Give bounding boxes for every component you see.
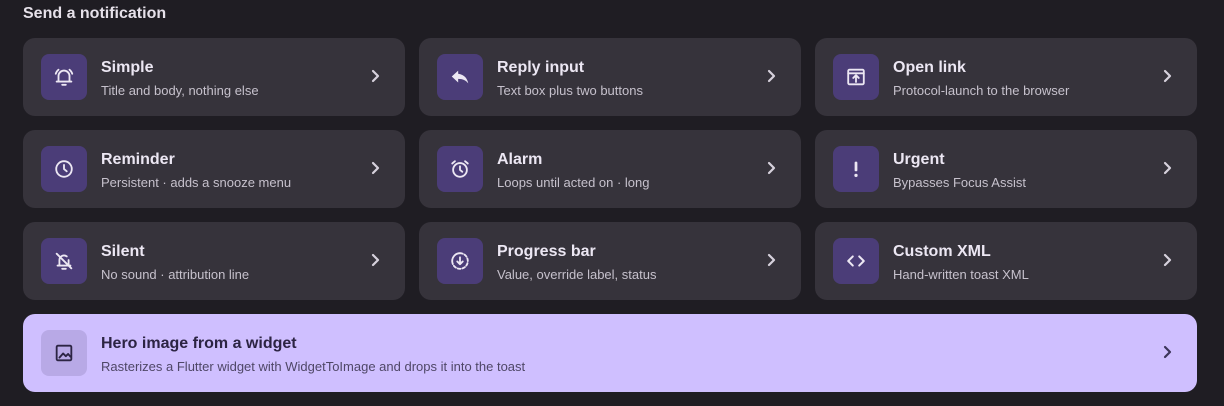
card-icon-tile: [437, 146, 483, 192]
chevron-right-icon: [767, 69, 776, 83]
card-title: Progress bar: [497, 243, 596, 260]
bell-off-icon: [55, 252, 73, 270]
chevron-right-icon: [1163, 161, 1172, 175]
alarm-clock-icon: [451, 160, 469, 178]
exclamation-icon: [854, 161, 858, 178]
open-in-browser-icon: [847, 68, 865, 86]
card-hero-image[interactable]: Hero image from a widget Rasterizes a Fl…: [23, 314, 1197, 392]
code-icon: [847, 255, 865, 267]
notification-grid: Simple Title and body, nothing else Repl…: [23, 38, 1197, 300]
card-title: Simple: [101, 59, 154, 76]
image-icon: [55, 344, 73, 362]
card-title: Reminder: [101, 151, 175, 168]
chevron-right-icon: [1163, 69, 1172, 83]
card-icon-tile: [41, 330, 87, 376]
card-custom-xml[interactable]: Custom XML Hand-written toast XML: [815, 222, 1197, 300]
card-subtitle: Text box plus two buttons: [497, 83, 643, 98]
card-urgent[interactable]: Urgent Bypasses Focus Assist: [815, 130, 1197, 208]
chevron-right-icon: [767, 253, 776, 267]
chevron-right-icon: [371, 253, 380, 267]
chevron-right-icon: [1163, 253, 1172, 267]
card-title: Hero image from a widget: [101, 335, 297, 352]
card-subtitle: No sound · attribution line: [101, 267, 250, 282]
card-icon-tile: [41, 146, 87, 192]
card-simple[interactable]: Simple Title and body, nothing else: [23, 38, 405, 116]
card-subtitle: Value, override label, status: [497, 267, 657, 282]
chevron-right-icon: [371, 69, 380, 83]
card-subtitle: Hand-written toast XML: [893, 267, 1029, 282]
card-icon-tile: [437, 54, 483, 100]
card-icon-tile: [437, 238, 483, 284]
card-title: Open link: [893, 59, 966, 76]
card-icon-tile: [41, 54, 87, 100]
card-icon-tile: [833, 146, 879, 192]
card-icon-tile: [833, 54, 879, 100]
card-icon-tile: [41, 238, 87, 284]
card-silent[interactable]: Silent No sound · attribution line: [23, 222, 405, 300]
card-title: Custom XML: [893, 243, 991, 260]
chevron-right-icon: [767, 161, 776, 175]
card-subtitle: Rasterizes a Flutter widget with WidgetT…: [101, 359, 526, 374]
reply-icon: [451, 70, 469, 84]
card-title: Reply input: [497, 59, 585, 76]
card-reminder[interactable]: Reminder Persistent · adds a snooze menu: [23, 130, 405, 208]
card-reply-input[interactable]: Reply input Text box plus two buttons: [419, 38, 801, 116]
chevron-right-icon: [371, 161, 380, 175]
card-subtitle: Bypasses Focus Assist: [893, 175, 1026, 190]
card-title: Alarm: [497, 151, 543, 168]
card-subtitle: Protocol-launch to the browser: [893, 83, 1070, 98]
card-subtitle: Loops until acted on · long: [497, 175, 650, 190]
card-title: Urgent: [893, 151, 945, 168]
card-icon-tile: [833, 238, 879, 284]
progress-download-icon: [451, 252, 469, 270]
chevron-right-icon: [1163, 345, 1172, 359]
card-progress-bar[interactable]: Progress bar Value, override label, stat…: [419, 222, 801, 300]
section-title: Send a notification: [23, 5, 167, 22]
bell-ring-icon: [54, 68, 74, 86]
card-subtitle: Title and body, nothing else: [101, 83, 259, 98]
card-alarm[interactable]: Alarm Loops until acted on · long: [419, 130, 801, 208]
card-title: Silent: [101, 243, 145, 260]
card-open-link[interactable]: Open link Protocol-launch to the browser: [815, 38, 1197, 116]
card-subtitle: Persistent · adds a snooze menu: [101, 175, 292, 190]
clock-icon: [55, 160, 73, 178]
